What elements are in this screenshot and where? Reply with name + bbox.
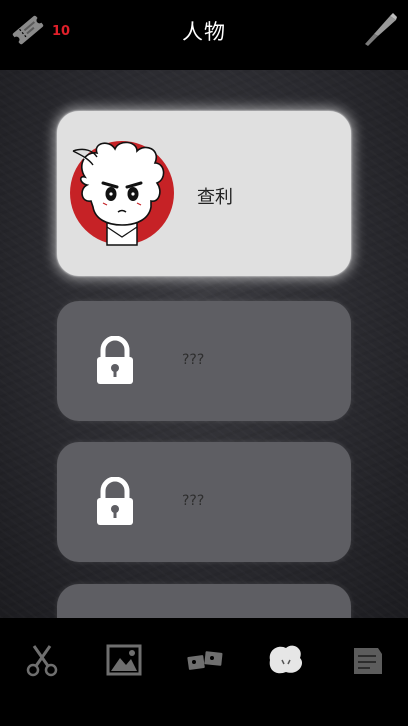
cards-icon[interactable] xyxy=(185,640,225,680)
notes-icon[interactable] xyxy=(348,640,388,680)
scissors-icon[interactable] xyxy=(22,640,62,680)
scalpel-icon[interactable] xyxy=(360,10,400,50)
characters-icon[interactable] xyxy=(266,640,306,680)
character-name: 查利 xyxy=(197,187,233,208)
character-card-locked[interactable]: ??? xyxy=(57,301,351,421)
character-list[interactable]: 查利 ??? ??? xyxy=(0,70,408,618)
character-card-locked[interactable]: ??? xyxy=(57,442,351,562)
character-name: ??? xyxy=(182,493,205,509)
character-name: ??? xyxy=(182,352,205,368)
photo-icon[interactable] xyxy=(104,640,144,680)
top-bar: 10 人物 xyxy=(0,0,408,70)
character-card-charlie[interactable]: 查利 xyxy=(57,111,351,276)
lock-icon xyxy=(94,335,136,386)
bottom-nav xyxy=(0,618,408,726)
charlie-avatar xyxy=(67,137,189,255)
character-card-locked[interactable] xyxy=(57,584,351,618)
lock-icon xyxy=(94,476,136,527)
page-title: 人物 xyxy=(182,20,226,44)
